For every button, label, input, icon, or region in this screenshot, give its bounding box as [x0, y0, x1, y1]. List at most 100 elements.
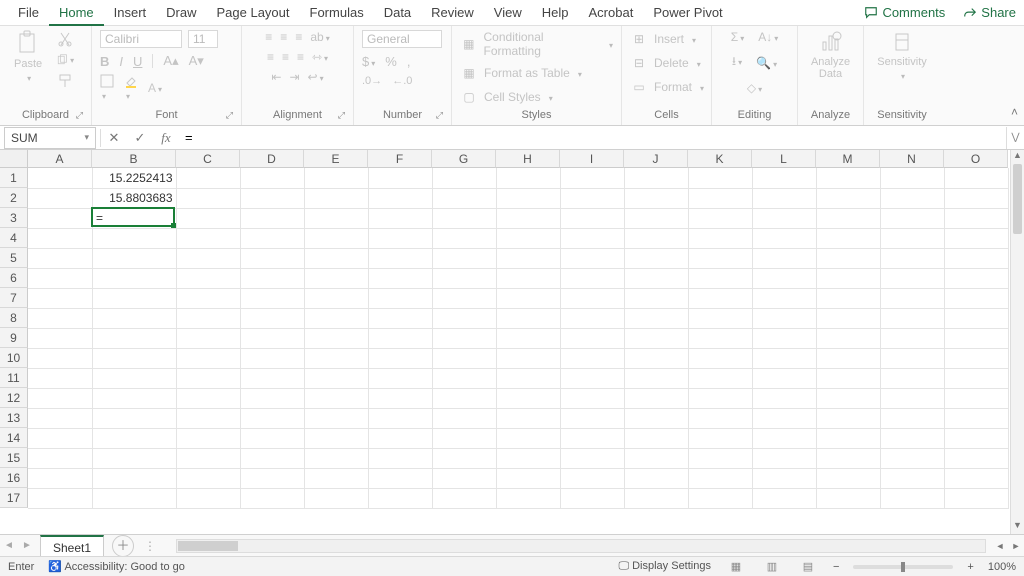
zoom-knob[interactable] — [901, 562, 905, 572]
bold-button[interactable]: B — [100, 54, 109, 69]
fill-color-button[interactable] — [124, 74, 138, 102]
spreadsheet-grid[interactable]: A B C D E F G H I J K L M N O 1 2 3 4 5 … — [0, 150, 1024, 534]
cells-area[interactable]: 15.2252413 15.8803683 = — [28, 168, 1010, 534]
row-header[interactable]: 1 — [0, 168, 28, 188]
find-icon[interactable]: 🔍 — [756, 56, 777, 70]
zoom-slider[interactable] — [853, 565, 953, 569]
col-header[interactable]: K — [688, 150, 752, 168]
tab-formulas[interactable]: Formulas — [300, 0, 374, 26]
cancel-formula-button[interactable]: ✕ — [101, 130, 127, 146]
row-header[interactable]: 11 — [0, 368, 28, 388]
fill-icon[interactable]: ⭳ — [732, 52, 742, 73]
active-cell[interactable]: = — [91, 207, 175, 227]
row-header[interactable]: 17 — [0, 488, 28, 508]
page-break-view-button[interactable]: ▤ — [797, 559, 819, 575]
tab-home[interactable]: Home — [49, 0, 104, 26]
orientation-icon[interactable]: ab — [310, 30, 329, 44]
analyze-data-button[interactable]: Analyze Data — [806, 30, 855, 80]
horizontal-scrollbar[interactable] — [176, 539, 986, 553]
paste-button[interactable]: Paste — [8, 30, 48, 84]
zoom-out-button[interactable]: − — [833, 561, 839, 573]
display-settings-button[interactable]: 🖵 Display Settings — [618, 560, 711, 573]
fill-handle[interactable] — [171, 223, 176, 228]
cell-b2[interactable]: 15.8803683 — [92, 188, 176, 208]
tab-view[interactable]: View — [484, 0, 532, 26]
add-sheet-button[interactable]: ＋ — [112, 535, 134, 557]
accessibility-status[interactable]: ♿ Accessibility: Good to go — [48, 560, 185, 573]
italic-button[interactable]: I — [119, 54, 123, 69]
col-header[interactable]: A — [28, 150, 92, 168]
font-size-input[interactable] — [188, 30, 218, 48]
increase-decimal-icon[interactable]: .0→ — [362, 75, 382, 87]
merge-icon[interactable]: ⇿ — [312, 50, 328, 64]
tab-power-pivot[interactable]: Power Pivot — [643, 0, 732, 26]
col-header[interactable]: B — [92, 150, 176, 168]
dialog-launcher-icon[interactable]: ⤢ — [76, 110, 83, 121]
normal-view-button[interactable]: ▦ — [725, 559, 747, 575]
row-header[interactable]: 10 — [0, 348, 28, 368]
tab-insert[interactable]: Insert — [104, 0, 157, 26]
cell-styles-button[interactable]: ▢Cell Styles — [460, 88, 553, 106]
col-header[interactable]: F — [368, 150, 432, 168]
sheet-nav-next[interactable]: ► — [18, 540, 36, 551]
scroll-thumb[interactable] — [178, 541, 238, 551]
col-header[interactable]: J — [624, 150, 688, 168]
format-painter-icon[interactable] — [56, 72, 74, 90]
row-header[interactable]: 13 — [0, 408, 28, 428]
align-middle-icon[interactable]: ≡ — [280, 30, 287, 44]
col-header[interactable]: L — [752, 150, 816, 168]
sheet-nav-prev[interactable]: ◄ — [0, 540, 18, 551]
format-cells-button[interactable]: ▭Format — [630, 78, 704, 96]
zoom-level[interactable]: 100% — [988, 561, 1016, 573]
col-header[interactable]: I — [560, 150, 624, 168]
tab-help[interactable]: Help — [532, 0, 579, 26]
tab-split-handle[interactable]: ⋮ — [144, 539, 156, 553]
row-header[interactable]: 6 — [0, 268, 28, 288]
increase-font-icon[interactable]: A▴ — [163, 53, 178, 69]
formula-input[interactable] — [179, 127, 1006, 149]
row-header[interactable]: 2 — [0, 188, 28, 208]
increase-indent-icon[interactable]: ⇥ — [289, 70, 299, 84]
dialog-launcher-icon[interactable]: ⤢ — [436, 110, 443, 121]
scroll-down-icon[interactable]: ▼ — [1011, 520, 1024, 534]
align-bottom-icon[interactable]: ≡ — [295, 30, 302, 44]
row-header[interactable]: 5 — [0, 248, 28, 268]
conditional-formatting-button[interactable]: ▦Conditional Formatting — [460, 30, 613, 58]
col-header[interactable]: N — [880, 150, 944, 168]
delete-cells-button[interactable]: ⊟Delete — [630, 54, 701, 72]
dialog-launcher-icon[interactable]: ⤢ — [226, 110, 233, 121]
zoom-in-button[interactable]: + — [967, 561, 973, 573]
font-name-input[interactable] — [100, 30, 182, 48]
autosum-icon[interactable]: Σ — [731, 30, 744, 44]
wrap-text-icon[interactable]: ↩ — [308, 70, 324, 84]
copy-icon[interactable] — [56, 51, 74, 69]
sheet-tab-sheet1[interactable]: Sheet1 — [40, 535, 104, 557]
format-as-table-button[interactable]: ▦Format as Table — [460, 64, 582, 82]
align-right-icon[interactable]: ≡ — [297, 50, 304, 64]
align-center-icon[interactable]: ≡ — [282, 50, 289, 64]
collapse-ribbon-button[interactable]: ˄ — [1011, 105, 1018, 119]
percent-icon[interactable]: % — [385, 54, 397, 69]
sensitivity-button[interactable]: Sensitivity — [872, 30, 932, 82]
tab-acrobat[interactable]: Acrobat — [579, 0, 644, 26]
comma-icon[interactable]: , — [407, 54, 411, 69]
row-header[interactable]: 14 — [0, 428, 28, 448]
scroll-thumb[interactable] — [1013, 164, 1022, 234]
tab-draw[interactable]: Draw — [156, 0, 206, 26]
row-header[interactable]: 3 — [0, 208, 28, 228]
expand-formula-bar-button[interactable]: ⋁ — [1006, 127, 1024, 149]
decrease-font-icon[interactable]: A▾ — [189, 53, 204, 69]
dialog-launcher-icon[interactable]: ⤢ — [338, 110, 345, 121]
vertical-scrollbar[interactable]: ▲ ▼ — [1010, 150, 1024, 534]
col-header[interactable]: G — [432, 150, 496, 168]
col-header[interactable]: E — [304, 150, 368, 168]
cell-b3-editing[interactable]: = — [93, 209, 173, 227]
col-header[interactable]: O — [944, 150, 1008, 168]
share-button[interactable]: Share — [963, 5, 1016, 20]
underline-button[interactable]: U — [133, 54, 142, 69]
number-format-select[interactable] — [362, 30, 442, 48]
insert-function-button[interactable]: fx — [153, 130, 179, 146]
tab-review[interactable]: Review — [421, 0, 484, 26]
insert-cells-button[interactable]: ⊞Insert — [630, 30, 696, 48]
clear-icon[interactable]: ◇ — [747, 81, 762, 95]
